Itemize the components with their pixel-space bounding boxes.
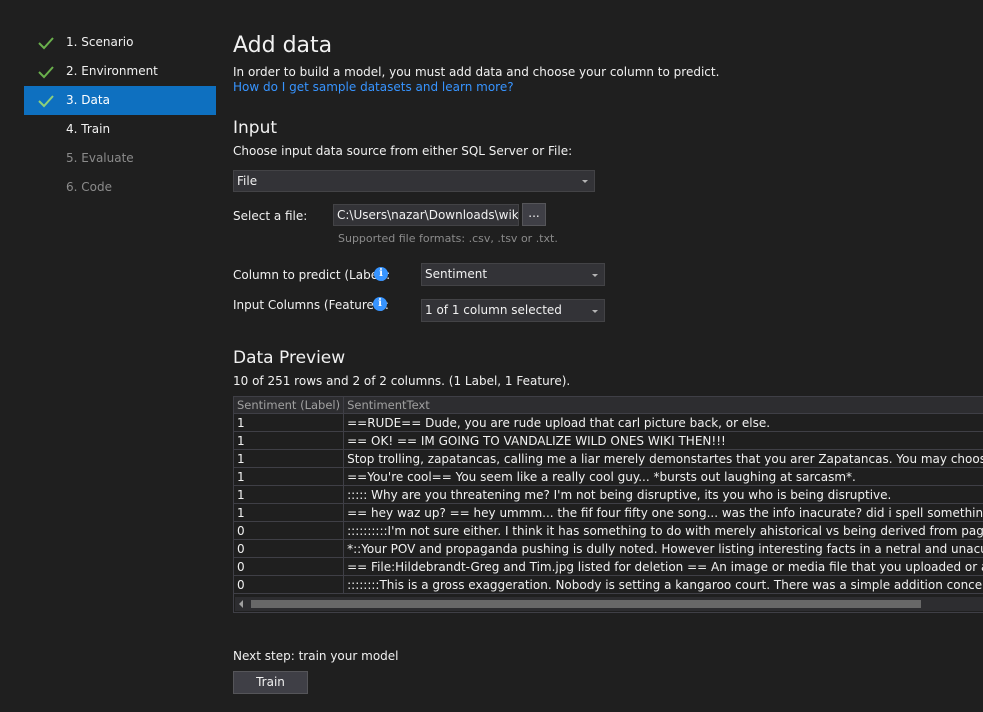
check-icon	[38, 37, 54, 50]
sentiment-text-cell: ==RUDE== Dude, you are rude upload that …	[343, 413, 983, 432]
data-source-value: File	[237, 174, 258, 188]
horizontal-scrollbar[interactable]	[235, 597, 983, 611]
table-header-row: Sentiment (Label) SentimentText	[234, 397, 983, 414]
step-label: 3. Data	[66, 93, 110, 107]
table-row[interactable]: 0::::::::This is a gross exaggeration. N…	[234, 575, 983, 594]
sentiment-text-cell: == File:Hildebrandt-Greg and Tim.jpg lis…	[343, 557, 983, 576]
chevron-down-icon	[582, 180, 588, 183]
sentiment-text-cell: == OK! == IM GOING TO VANDALIZE WILD ONE…	[343, 431, 983, 450]
page-title: Add data	[233, 33, 333, 58]
sentiment-text-cell: ::::: Why are you threatening me? I'm no…	[343, 485, 983, 504]
label-column-label: Column to predict (Label):	[233, 268, 391, 282]
step-scenario[interactable]: 1. Scenario	[24, 28, 216, 57]
info-icon[interactable]: i	[373, 297, 387, 311]
data-source-dropdown[interactable]: File	[233, 170, 595, 192]
sentiment-text-cell: *::Your POV and propaganda pushing is du…	[343, 539, 983, 558]
step-evaluate: 5. Evaluate	[24, 144, 216, 173]
step-data[interactable]: 3. Data	[24, 86, 216, 115]
check-icon	[38, 66, 54, 79]
step-label: 4. Train	[66, 122, 111, 136]
table-row[interactable]: 0 == File:Hildebrandt-Greg and Tim.jpg li…	[234, 557, 983, 576]
features-value: 1 of 1 column selected	[425, 303, 562, 317]
check-icon	[38, 95, 54, 108]
table-row[interactable]: 0 *::Your POV and propaganda pushing is d…	[234, 539, 983, 558]
sentiment-text-cell: ::::::::::I'm not sure either. I think i…	[343, 521, 983, 540]
table-row[interactable]: 1 == hey waz up? == hey ummm... the fif f…	[234, 503, 983, 522]
table-body: 1 ==RUDE== Dude, you are rude upload that…	[234, 413, 983, 594]
scroll-left-icon[interactable]	[239, 600, 243, 608]
sentiment-text-cell: == hey waz up? == hey ummm... the fif fo…	[343, 503, 983, 522]
sentiment-cell: 1	[234, 431, 345, 450]
step-environment[interactable]: 2. Environment	[24, 57, 216, 86]
scrollbar-thumb[interactable]	[251, 600, 921, 608]
table-row[interactable]: 1 Stop trolling, zapatancas, calling me a…	[234, 449, 983, 468]
preview-table: Sentiment (Label) SentimentText 1 ==RUDE=…	[234, 397, 983, 594]
sentiment-cell: 1	[234, 467, 345, 486]
label-column-dropdown[interactable]: Sentiment	[421, 263, 605, 286]
preview-heading: Data Preview	[233, 348, 346, 368]
sentiment-cell: 0	[234, 539, 345, 558]
sentiment-text-cell: Stop trolling, zapatancas, calling me a …	[343, 449, 983, 468]
sentiment-cell: 1	[234, 449, 345, 468]
supported-formats-hint: Supported file formats: .csv, .tsv or .t…	[338, 232, 558, 245]
step-label: 6. Code	[66, 180, 112, 194]
sentiment-cell: 0	[234, 521, 345, 540]
info-icon[interactable]: i	[374, 267, 388, 281]
sentiment-cell: 0	[234, 557, 345, 576]
input-heading: Input	[233, 118, 278, 138]
sentiment-cell: 1	[234, 503, 345, 522]
step-train[interactable]: 4. Train	[24, 115, 216, 144]
label-column-value: Sentiment	[425, 267, 488, 281]
table-row[interactable]: 1::::: Why are you threatening me? I'm n…	[234, 485, 983, 504]
train-button[interactable]: Train	[233, 671, 308, 694]
help-link[interactable]: How do I get sample datasets and learn m…	[233, 80, 514, 94]
step-label: 5. Evaluate	[66, 151, 134, 165]
sentiment-text-cell: ::::::::This is a gross exaggeration. No…	[343, 575, 983, 594]
column-header[interactable]: SentimentText	[343, 397, 983, 414]
table-row[interactable]: 1 ==RUDE== Dude, you are rude upload that…	[234, 413, 983, 432]
table-row[interactable]: 0::::::::::I'm not sure either. I think …	[234, 521, 983, 540]
step-label: 1. Scenario	[66, 35, 134, 49]
sentiment-text-cell: ==You're cool== You seem like a really c…	[343, 467, 983, 486]
preview-summary: 10 of 251 rows and 2 of 2 columns. (1 La…	[233, 374, 571, 388]
source-prompt: Choose input data source from either SQL…	[233, 144, 573, 158]
intro-text: In order to build a model, you must add …	[233, 65, 720, 79]
chevron-down-icon	[592, 309, 598, 313]
sentiment-cell: 1	[234, 485, 345, 504]
table-row[interactable]: 1 ==You're cool== You seem like a really …	[234, 467, 983, 486]
sentiment-cell: 1	[234, 413, 345, 432]
file-label: Select a file:	[233, 209, 308, 223]
step-label: 2. Environment	[66, 64, 158, 78]
chevron-down-icon	[592, 273, 598, 277]
step-nav: 1. Scenario 2. Environment 3. Data 4. Tr…	[24, 28, 216, 202]
sentiment-cell: 0	[234, 575, 345, 594]
table-row[interactable]: 1 == OK! == IM GOING TO VANDALIZE WILD ON…	[234, 431, 983, 450]
model-builder-page: 1. Scenario 2. Environment 3. Data 4. Tr…	[0, 0, 983, 712]
browse-button[interactable]: ...	[522, 203, 546, 226]
file-path-input[interactable]: C:\Users\nazar\Downloads\wikipedia-detox…	[333, 204, 519, 226]
data-preview-grid[interactable]: Sentiment (Label) SentimentText 1 ==RUDE=…	[233, 396, 983, 613]
features-label: Input Columns (Features):	[233, 298, 389, 312]
features-dropdown[interactable]: 1 of 1 column selected	[421, 299, 605, 322]
column-header[interactable]: Sentiment (Label)	[234, 397, 345, 414]
next-step-text: Next step: train your model	[233, 649, 399, 663]
step-code: 6. Code	[24, 173, 216, 202]
